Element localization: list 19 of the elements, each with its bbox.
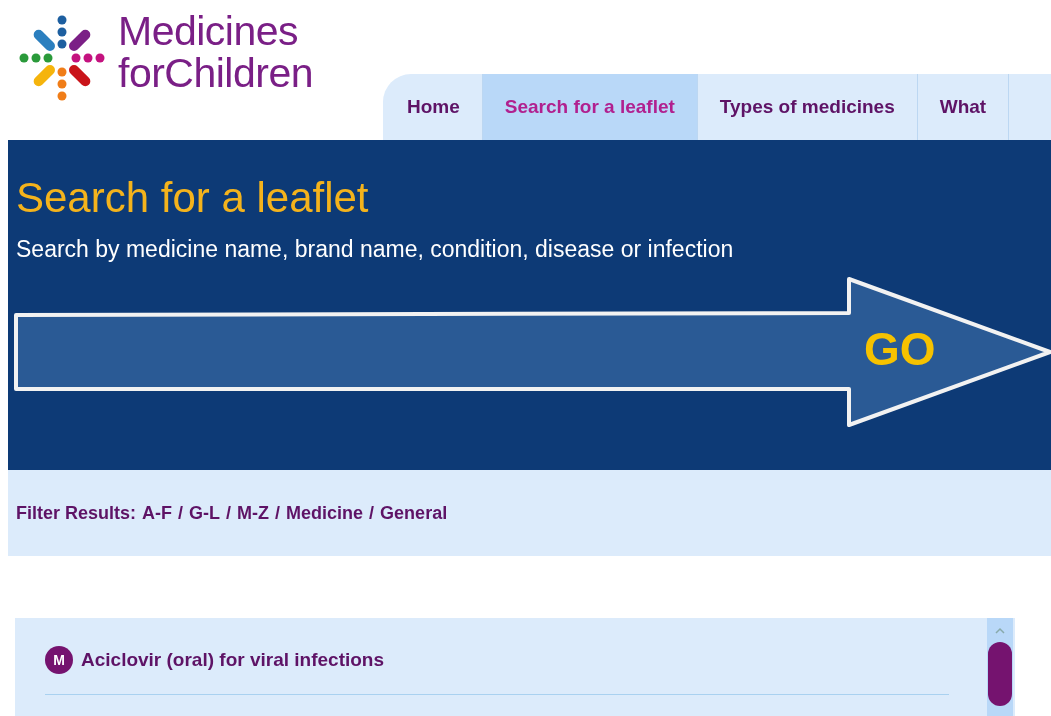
filter-link[interactable]: Medicine	[286, 502, 364, 524]
filter-link[interactable]: A-F	[142, 502, 173, 524]
filter-link[interactable]: M-Z	[237, 502, 270, 524]
filter-label: Filter Results:	[16, 502, 137, 524]
filter-link[interactable]: General	[380, 502, 448, 524]
medicine-badge: M	[45, 646, 73, 674]
logo-text: forChildren	[118, 52, 314, 94]
filter-link[interactable]: G-L	[189, 502, 221, 524]
scrollbar[interactable]	[987, 618, 1013, 716]
go-button[interactable]: GO	[864, 322, 936, 376]
banner-subtitle: Search by medicine name, brand name, condition, disease or infection	[16, 236, 734, 263]
page-title: Search for a leaflet	[16, 174, 369, 222]
separator-text: /	[226, 502, 232, 524]
nav-tab[interactable]: Search for a leaflet	[482, 74, 698, 140]
logo-text: Medicines	[118, 10, 300, 52]
separator-text: /	[369, 502, 375, 524]
separator-text: /	[178, 502, 184, 524]
result-link[interactable]: Aciclovir (oral) for viral infections	[81, 649, 385, 671]
separator-text: /	[275, 502, 281, 524]
